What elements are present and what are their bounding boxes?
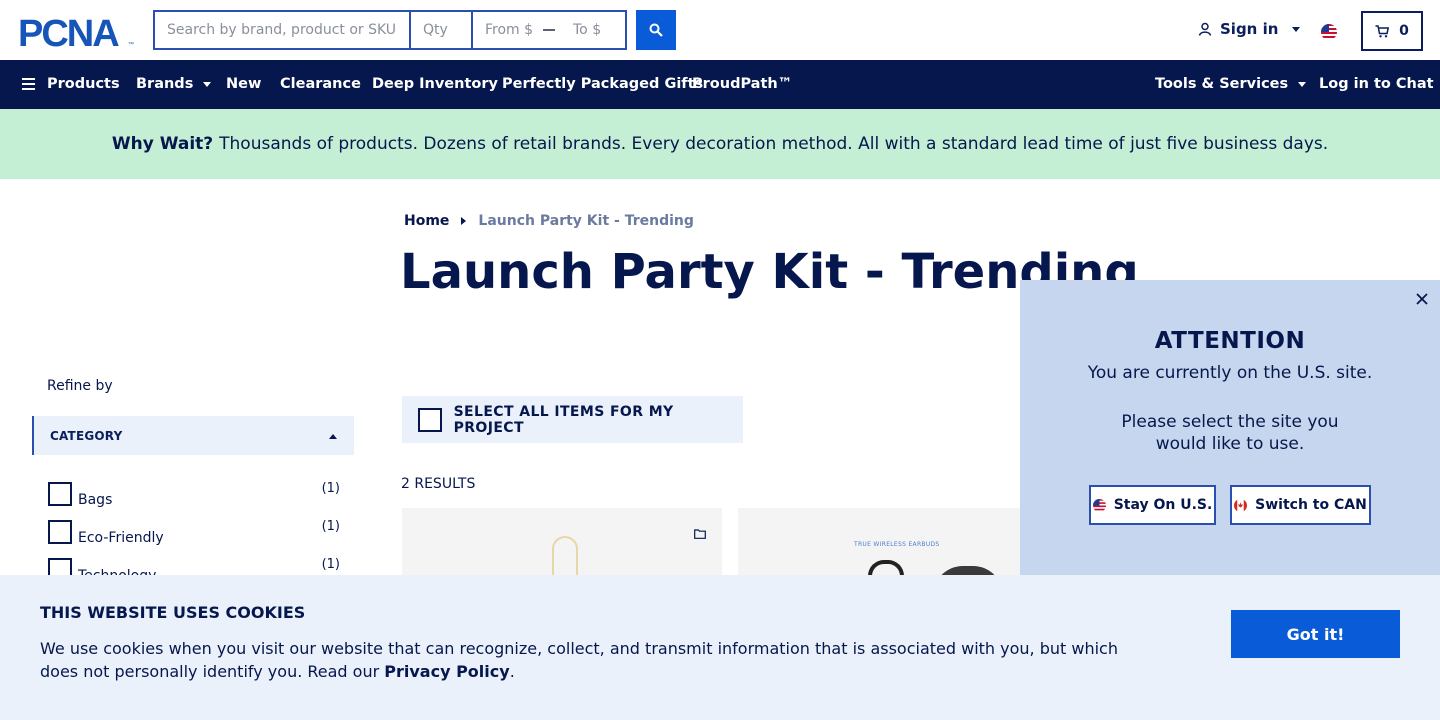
category-item-eco-friendly[interactable]: Eco-Friendly (1) — [48, 519, 340, 546]
category-count: (1) — [321, 557, 340, 572]
category-header-label: CATEGORY — [50, 428, 123, 443]
nav-new[interactable]: New — [226, 76, 261, 92]
chevron-down-icon — [203, 81, 212, 87]
site-selector-modal: ATTENTION You are currently on the U.S. … — [1020, 280, 1440, 576]
sign-in-menu[interactable]: Sign in — [1198, 20, 1301, 38]
range-dash — [543, 29, 555, 31]
header: PCNA ™ Sign in — [0, 0, 1440, 60]
svg-text:™: ™ — [128, 41, 134, 48]
chevron-up-icon — [329, 434, 337, 439]
cart-icon — [1375, 24, 1390, 37]
stay-us-button[interactable]: Stay On U.S. — [1089, 485, 1216, 525]
category-count: (1) — [321, 519, 340, 534]
chevron-down-icon — [1298, 81, 1307, 87]
price-range — [473, 12, 625, 48]
us-flag-icon — [1092, 498, 1106, 512]
refine-label: Refine by — [47, 378, 113, 394]
search-input[interactable] — [155, 12, 411, 48]
category-checkbox[interactable] — [48, 482, 72, 506]
close-icon[interactable] — [1415, 291, 1429, 305]
chevron-right-icon — [461, 217, 467, 225]
cookie-banner: THIS WEBSITE USES COOKIES We use cookies… — [0, 575, 1440, 720]
select-all-checkbox[interactable] — [418, 407, 442, 432]
menu-icon — [22, 78, 35, 90]
category-count: (1) — [321, 481, 340, 496]
nav-chat-login[interactable]: Log in to Chat — [1319, 76, 1434, 92]
main-nav: Products Brands New Clearance Deep Inven… — [0, 60, 1440, 109]
sign-in-label: Sign in — [1220, 20, 1279, 38]
canada-flag-icon — [1234, 498, 1248, 512]
price-from-input[interactable] — [473, 12, 537, 48]
product-image-label: TRUE WIRELESS EARBUDS — [854, 541, 940, 548]
promo-banner: Why Wait? Thousands of products. Dozens … — [0, 109, 1440, 179]
cart-button[interactable]: 0 — [1361, 11, 1423, 51]
results-count: 2 RESULTS — [401, 476, 476, 492]
nav-products[interactable]: Products — [22, 76, 120, 92]
modal-title: ATTENTION — [1154, 328, 1306, 354]
category-checkbox[interactable] — [48, 520, 72, 544]
logo-text: PCNA — [18, 15, 119, 49]
accept-cookies-button[interactable]: Got it! — [1231, 610, 1400, 658]
pcna-logo[interactable]: PCNA ™ — [18, 15, 138, 49]
cookie-title: THIS WEBSITE USES COOKIES — [40, 603, 306, 622]
nav-tools-services[interactable]: Tools & Services — [1155, 76, 1307, 92]
folder-icon[interactable] — [694, 524, 706, 543]
breadcrumb-home[interactable]: Home — [404, 213, 449, 229]
banner-text: Thousands of products. Dozens of retail … — [219, 134, 1329, 154]
modal-current-site: You are currently on the U.S. site. — [1087, 363, 1373, 383]
select-all-label: SELECT ALL ITEMS FOR MY PROJECT — [453, 403, 674, 436]
cookie-body: We use cookies when you visit our websit… — [40, 639, 1118, 681]
nav-gifts[interactable]: Perfectly Packaged Gifts — [502, 76, 703, 92]
privacy-policy-link[interactable]: Privacy Policy — [384, 662, 509, 681]
nav-products-label: Products — [47, 76, 120, 92]
banner-lead: Why Wait? — [111, 134, 214, 154]
category-label: Bags — [78, 492, 113, 508]
select-all-bar[interactable]: SELECT ALL ITEMS FOR MY PROJECT — [402, 396, 743, 443]
search-bar — [153, 10, 627, 50]
cart-count: 0 — [1399, 23, 1409, 39]
breadcrumb: Home Launch Party Kit - Trending — [404, 213, 694, 229]
nav-deep-inventory[interactable]: Deep Inventory — [372, 76, 498, 92]
us-flag-icon[interactable] — [1321, 24, 1337, 40]
nav-proudpath[interactable]: ProudPath™ — [692, 76, 792, 92]
category-filter-header[interactable]: CATEGORY — [32, 416, 354, 455]
category-label: Eco-Friendly — [78, 530, 164, 546]
modal-instruction-line1: Please select the site you — [1121, 412, 1339, 432]
stay-us-label: Stay On U.S. — [1113, 497, 1213, 513]
nav-tools-label: Tools & Services — [1155, 76, 1289, 92]
price-to-input[interactable] — [561, 12, 625, 48]
category-item-bags[interactable]: Bags (1) — [48, 481, 340, 508]
user-icon — [1198, 22, 1212, 36]
cookie-end: . — [509, 662, 515, 681]
cookie-text: We use cookies when you visit our websit… — [40, 637, 1150, 683]
nav-clearance[interactable]: Clearance — [280, 76, 361, 92]
nav-brands[interactable]: Brands — [136, 76, 212, 92]
search-icon — [649, 23, 663, 37]
switch-can-label: Switch to CAN — [1255, 497, 1367, 513]
chevron-down-icon — [1292, 26, 1301, 32]
switch-can-button[interactable]: Switch to CAN — [1230, 485, 1371, 525]
nav-brands-label: Brands — [136, 76, 194, 92]
breadcrumb-current: Launch Party Kit - Trending — [478, 213, 694, 229]
qty-input[interactable] — [411, 12, 473, 48]
modal-instruction-line2: would like to use. — [1155, 434, 1305, 454]
search-button[interactable] — [636, 10, 676, 50]
